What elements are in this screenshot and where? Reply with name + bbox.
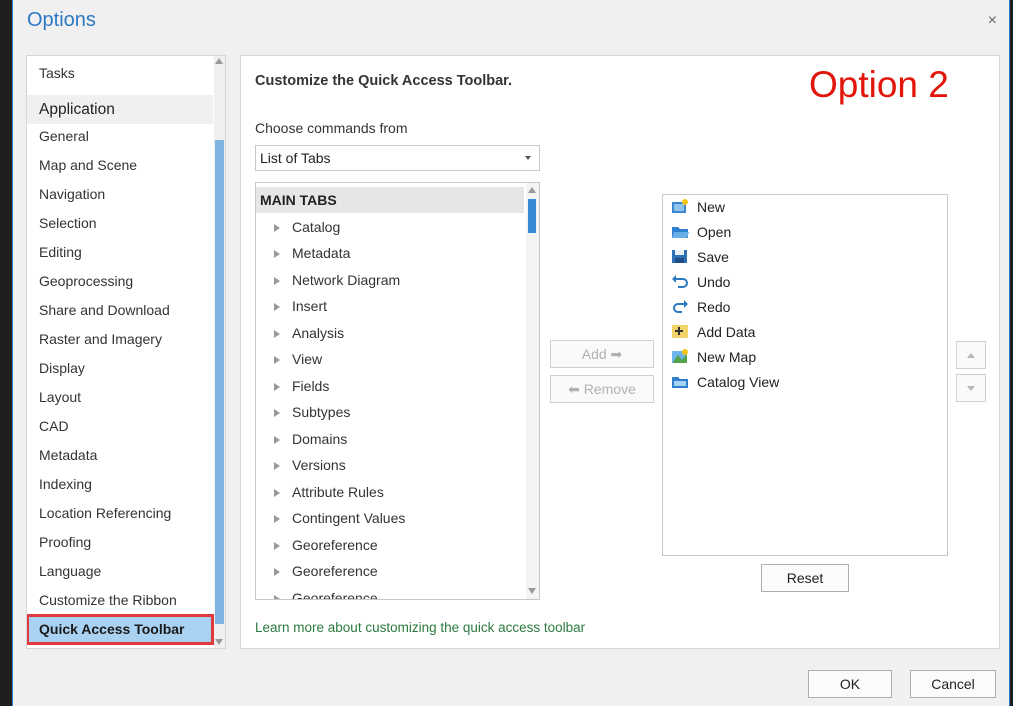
list-item[interactable]: Open bbox=[671, 220, 731, 245]
list-item[interactable]: Fields bbox=[274, 373, 329, 399]
nav-item-language[interactable]: Language bbox=[27, 557, 213, 586]
scroll-down-icon[interactable] bbox=[215, 639, 223, 645]
list-item[interactable]: Georeference bbox=[274, 585, 378, 599]
expand-icon[interactable] bbox=[274, 489, 280, 498]
move-down-button[interactable] bbox=[956, 374, 986, 402]
close-icon[interactable]: × bbox=[988, 12, 997, 30]
nav-scroll-thumb[interactable] bbox=[215, 140, 224, 624]
choose-commands-dropdown[interactable]: List of Tabs bbox=[255, 145, 540, 171]
qat-panel: Customize the Quick Access Toolbar. Opti… bbox=[240, 55, 1000, 649]
expand-icon[interactable] bbox=[274, 224, 280, 233]
list-item[interactable]: Insert bbox=[274, 293, 327, 319]
new-map-icon bbox=[671, 347, 689, 363]
list-item[interactable]: Domains bbox=[274, 426, 347, 452]
expand-icon[interactable] bbox=[274, 330, 280, 339]
expand-icon[interactable] bbox=[274, 409, 280, 418]
list-item[interactable]: Metadata bbox=[274, 240, 350, 266]
add-button[interactable]: Add ➡ bbox=[550, 340, 654, 368]
nav-item-raster-and-imagery[interactable]: Raster and Imagery bbox=[27, 325, 213, 354]
ok-button[interactable]: OK bbox=[808, 670, 892, 698]
title-bar: Options × bbox=[13, 0, 1009, 44]
scroll-up-icon[interactable] bbox=[215, 58, 223, 64]
save-icon bbox=[671, 247, 689, 263]
options-nav: Tasks Application General Map and Scene … bbox=[26, 55, 226, 649]
expand-icon[interactable] bbox=[274, 568, 280, 577]
learn-more-link[interactable]: Learn more about customizing the quick a… bbox=[255, 620, 585, 635]
nav-item-indexing[interactable]: Indexing bbox=[27, 470, 213, 499]
scroll-down-icon[interactable] bbox=[528, 588, 536, 594]
list-item[interactable]: Contingent Values bbox=[274, 505, 405, 531]
list-item[interactable]: Undo bbox=[671, 270, 730, 295]
expand-icon[interactable] bbox=[274, 250, 280, 259]
nav-item-cad[interactable]: CAD bbox=[27, 412, 213, 441]
expand-icon[interactable] bbox=[274, 462, 280, 471]
choose-commands-label: Choose commands from bbox=[255, 120, 408, 136]
expand-icon[interactable] bbox=[274, 436, 280, 445]
expand-icon[interactable] bbox=[274, 303, 280, 312]
list-item[interactable]: Georeference bbox=[274, 558, 378, 584]
move-up-icon bbox=[967, 353, 975, 358]
nav-item-location-referencing[interactable]: Location Referencing bbox=[27, 499, 213, 528]
expand-icon[interactable] bbox=[274, 277, 280, 286]
list-item[interactable]: Versions bbox=[274, 452, 346, 478]
nav-item-editing[interactable]: Editing bbox=[27, 238, 213, 267]
commands-list[interactable]: MAIN TABS Catalog Metadata Network Diagr… bbox=[255, 182, 540, 600]
list-item[interactable]: Network Diagram bbox=[274, 267, 400, 293]
move-up-button[interactable] bbox=[956, 341, 986, 369]
option-annotation: Option 2 bbox=[809, 64, 949, 105]
nav-item-quick-access-toolbar[interactable]: Quick Access Toolbar bbox=[27, 614, 214, 645]
toolbar-commands-list[interactable]: New Open Save Undo Redo Add Data New Map… bbox=[662, 194, 948, 556]
open-folder-icon bbox=[671, 222, 689, 238]
nav-item-share-and-download[interactable]: Share and Download bbox=[27, 296, 213, 325]
redo-icon bbox=[671, 297, 689, 313]
nav-item-display[interactable]: Display bbox=[27, 354, 213, 383]
list-item[interactable]: View bbox=[274, 346, 322, 372]
commands-scroll-thumb[interactable] bbox=[528, 199, 536, 233]
nav-item-proofing[interactable]: Proofing bbox=[27, 528, 213, 557]
list-item[interactable]: Catalog View bbox=[671, 370, 779, 395]
nav-item-metadata[interactable]: Metadata bbox=[27, 441, 213, 470]
nav-group-application: Application bbox=[27, 95, 213, 124]
expand-icon[interactable] bbox=[274, 383, 280, 392]
expand-icon[interactable] bbox=[274, 595, 280, 599]
scroll-up-icon[interactable] bbox=[528, 187, 536, 193]
list-item[interactable]: New bbox=[671, 195, 725, 220]
expand-icon[interactable] bbox=[274, 515, 280, 524]
list-item[interactable]: New Map bbox=[671, 345, 756, 370]
nav-item-navigation[interactable]: Navigation bbox=[27, 180, 213, 209]
nav-item-geoprocessing[interactable]: Geoprocessing bbox=[27, 267, 213, 296]
add-data-icon bbox=[671, 322, 689, 338]
dialog-title: Options bbox=[27, 9, 96, 31]
commands-scrollbar[interactable] bbox=[526, 183, 539, 599]
remove-button[interactable]: ⬅ Remove bbox=[550, 375, 654, 403]
list-group-header: MAIN TABS bbox=[256, 187, 524, 213]
list-item[interactable]: Add Data bbox=[671, 320, 755, 345]
list-item[interactable]: Catalog bbox=[274, 214, 340, 240]
dropdown-value: List of Tabs bbox=[260, 150, 331, 166]
nav-item-map-and-scene[interactable]: Map and Scene bbox=[27, 151, 213, 180]
options-dialog: Options × Tasks Application General Map … bbox=[12, 0, 1010, 706]
expand-icon[interactable] bbox=[274, 356, 280, 365]
catalog-view-icon bbox=[671, 372, 689, 388]
chevron-down-icon bbox=[525, 156, 531, 160]
undo-icon bbox=[671, 272, 689, 288]
page-title: Customize the Quick Access Toolbar. bbox=[255, 73, 513, 89]
nav-item-general[interactable]: General bbox=[27, 122, 213, 151]
new-icon bbox=[671, 197, 689, 213]
nav-scrollbar[interactable] bbox=[214, 56, 225, 648]
cancel-button[interactable]: Cancel bbox=[910, 670, 996, 698]
list-item[interactable]: Redo bbox=[671, 295, 730, 320]
nav-item-selection[interactable]: Selection bbox=[27, 209, 213, 238]
list-item[interactable]: Save bbox=[671, 245, 729, 270]
list-item[interactable]: Subtypes bbox=[274, 399, 350, 425]
nav-item-customize-ribbon[interactable]: Customize the Ribbon bbox=[27, 586, 213, 615]
list-item[interactable]: Attribute Rules bbox=[274, 479, 384, 505]
list-item[interactable]: Analysis bbox=[274, 320, 344, 346]
nav-item-tasks[interactable]: Tasks bbox=[27, 59, 213, 88]
expand-icon[interactable] bbox=[274, 542, 280, 551]
list-item[interactable]: Georeference bbox=[274, 532, 378, 558]
nav-item-layout[interactable]: Layout bbox=[27, 383, 213, 412]
reset-button[interactable]: Reset bbox=[761, 564, 849, 592]
move-down-icon bbox=[967, 386, 975, 391]
